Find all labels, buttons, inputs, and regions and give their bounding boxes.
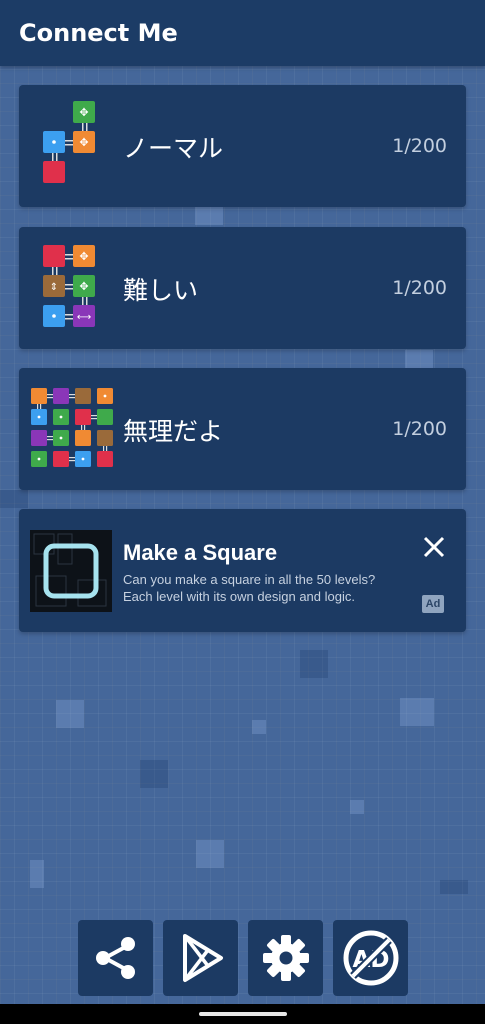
ad-description: Can you make a square in all the 50 leve…	[123, 572, 376, 604]
level-progress: 1/200	[392, 135, 447, 157]
puzzle-impossible-icon	[31, 388, 113, 467]
level-card-normal[interactable]: ✥ ✥ ノーマル 1/200	[19, 85, 466, 207]
home-gesture-handle[interactable]	[199, 1012, 287, 1016]
close-icon[interactable]	[420, 533, 448, 561]
ad-banner[interactable]: Make a Square Can you make a square in a…	[19, 509, 466, 632]
svg-text:✥: ✥	[79, 280, 88, 293]
level-label: ノーマル	[123, 134, 224, 163]
puzzle-hard-icon: ✥ ⇕ ✥ ⟷	[43, 245, 95, 327]
gear-icon	[262, 935, 309, 981]
level-card-impossible[interactable]: 無理だよ 1/200	[19, 368, 466, 490]
svg-text:✥: ✥	[79, 136, 88, 149]
app-title: Connect Me	[19, 19, 178, 47]
ad-title: Make a Square	[123, 540, 278, 565]
ad-app-thumbnail	[30, 530, 112, 612]
remove-ads-button[interactable]: AD	[333, 920, 408, 996]
svg-text:⟷: ⟷	[77, 312, 91, 323]
level-label: 無理だよ	[123, 417, 224, 446]
system-nav-bar	[0, 1004, 485, 1024]
share-button[interactable]	[78, 920, 153, 996]
level-card-hard[interactable]: ✥ ⇕ ✥ ⟷ 難しい 1/200	[19, 227, 466, 349]
bottom-toolbar: AD	[78, 920, 408, 996]
ad-badge: Ad	[422, 595, 444, 613]
play-store-icon	[182, 934, 223, 982]
level-progress: 1/200	[392, 277, 447, 299]
svg-text:✥: ✥	[79, 106, 88, 119]
level-progress: 1/200	[392, 418, 447, 440]
settings-button[interactable]	[248, 920, 323, 996]
app-bar: Connect Me	[0, 0, 485, 66]
level-label: 難しい	[123, 276, 199, 305]
no-ads-icon: AD	[343, 930, 398, 986]
puzzle-normal-icon: ✥ ✥	[43, 101, 95, 183]
svg-text:✥: ✥	[79, 250, 88, 263]
svg-text:⇕: ⇕	[50, 282, 58, 293]
share-icon	[95, 937, 135, 979]
play-store-button[interactable]	[163, 920, 238, 996]
